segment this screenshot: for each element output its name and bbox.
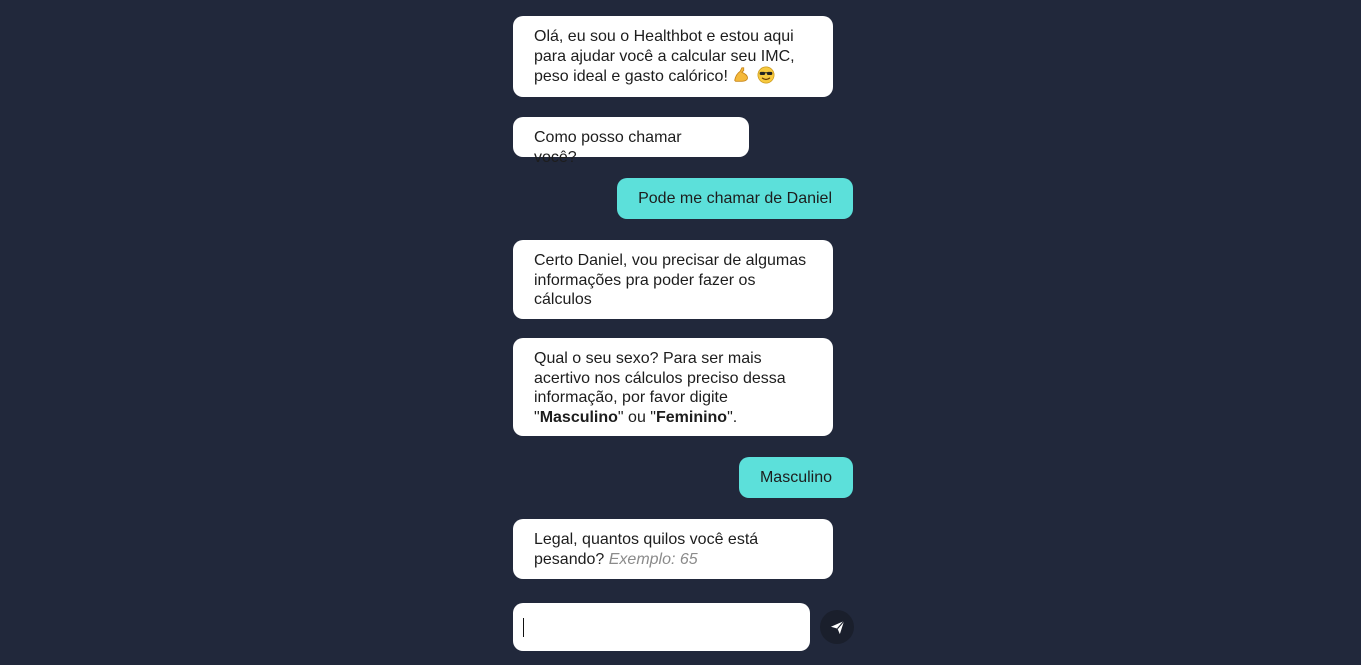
user-message-text: Masculino xyxy=(759,469,832,486)
flexed-biceps-emoji-icon xyxy=(734,67,749,82)
option-feminino: Feminino xyxy=(655,408,728,426)
user-message-text: Pode me chamar de Daniel xyxy=(638,190,832,207)
smiling-face-with-sunglasses-emoji-icon xyxy=(757,66,775,84)
bot-message: Olá, eu sou o Healthbot e estou aqui par… xyxy=(513,16,833,97)
bot-message: Legal, quantos quilos você está pesando?… xyxy=(513,519,833,579)
bot-message: Qual o seu sexo? Para ser mais acertivo … xyxy=(513,338,833,436)
bot-message-text: " ou " xyxy=(617,408,656,426)
bot-message-text: ". xyxy=(727,408,738,426)
send-button[interactable] xyxy=(820,610,854,644)
chat-window: Olá, eu sou o Healthbot e estou aqui par… xyxy=(513,0,854,665)
bot-message-text: Certo Daniel, vou precisar de algumas in… xyxy=(534,252,807,308)
paper-plane-icon xyxy=(830,620,844,634)
message-input[interactable] xyxy=(513,603,810,651)
bot-message-text: Como posso chamar você? xyxy=(534,129,682,166)
message-input-container[interactable] xyxy=(513,603,810,651)
user-message: Masculino xyxy=(738,457,853,498)
text-cursor xyxy=(523,618,524,637)
user-message: Pode me chamar de Daniel xyxy=(617,178,853,219)
bot-message: Como posso chamar você? xyxy=(513,117,749,166)
bot-message: Certo Daniel, vou precisar de algumas in… xyxy=(513,240,833,319)
input-hint: Exemplo: 65 xyxy=(608,550,698,568)
option-masculino: Masculino xyxy=(539,408,618,426)
bot-message-text: Olá, eu sou o Healthbot e estou aqui par… xyxy=(534,28,795,85)
